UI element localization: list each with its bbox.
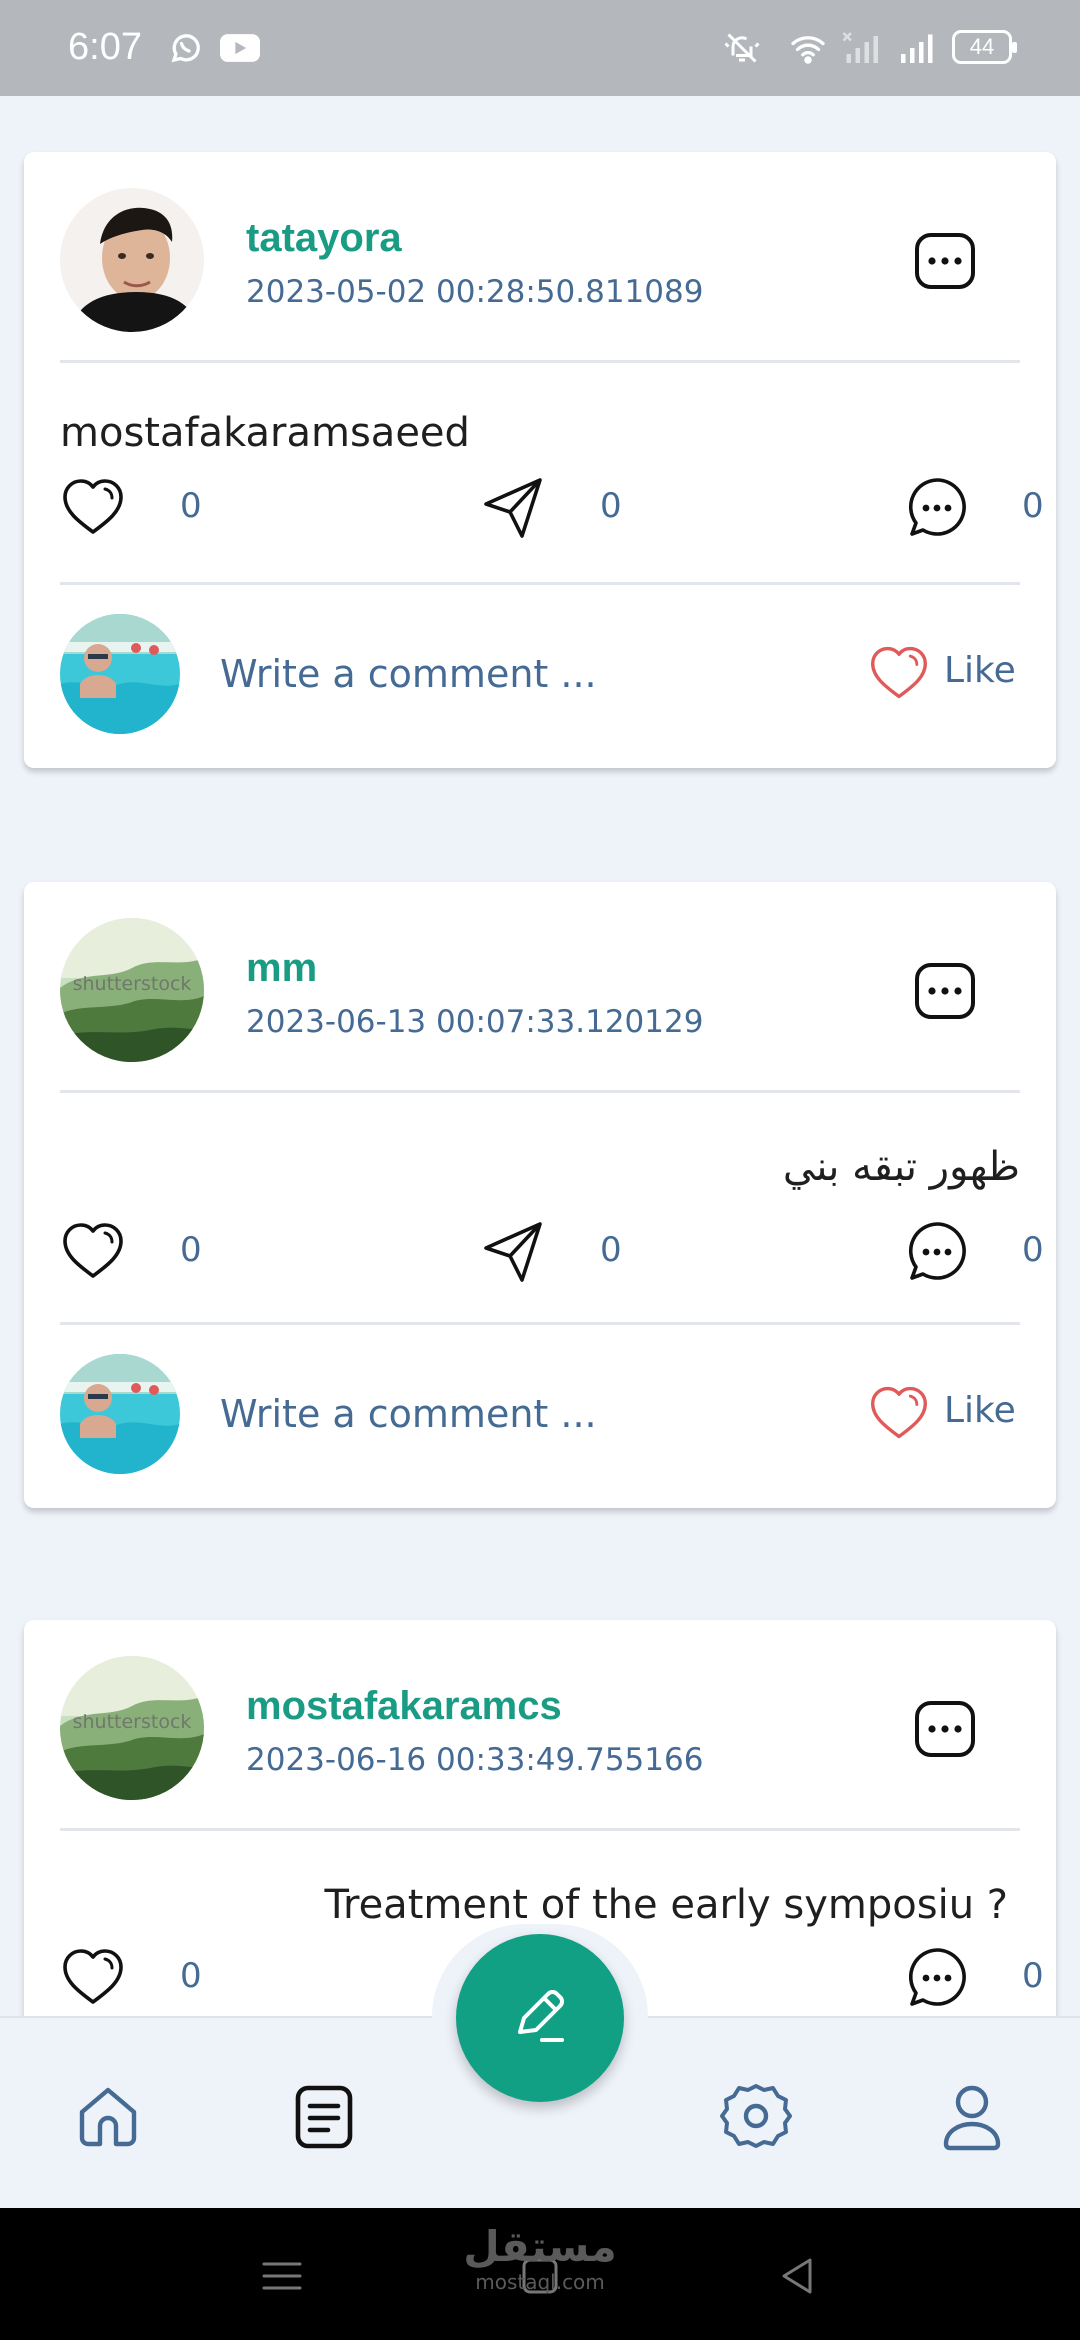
comment-bubble-icon [908, 478, 966, 536]
system-navigation-bar: مستقل mostaql.com [0, 2208, 1080, 2340]
avatar-photo [60, 188, 204, 332]
edit-icon [518, 1990, 564, 2042]
cell-signal-icon [901, 34, 933, 63]
avatar[interactable]: shutterstock [60, 1656, 204, 1800]
post-username[interactable]: tatayora [246, 216, 402, 261]
post-timestamp: 2023-06-16 00:33:49.755166 [246, 1742, 704, 1778]
pool-photo [60, 1354, 180, 1474]
heart-outline-icon [63, 1223, 123, 1278]
post-options-button[interactable] [914, 232, 976, 290]
settings-icon [720, 2084, 792, 2148]
nav-profile[interactable] [936, 2080, 1008, 2152]
post-text: mostafakaramsaeed [60, 410, 470, 456]
avatar[interactable]: shutterstock [60, 918, 204, 1062]
post-options-button[interactable] [914, 962, 976, 1020]
post-username[interactable]: mostafakaramcs [246, 1684, 562, 1729]
watermark-arabic: مستقل [463, 2222, 617, 2271]
like-button[interactable]: Like [868, 640, 1038, 710]
share-count: 0 [600, 1230, 622, 1270]
watermark: مستقل mostaql.com [462, 2222, 618, 2295]
avatar-watermark: shutterstock [73, 973, 192, 995]
divider [60, 582, 1020, 585]
recent-apps-icon[interactable] [258, 2252, 306, 2300]
current-user-avatar [60, 1354, 180, 1474]
sim-no-signal-icon [842, 32, 878, 63]
share-count: 0 [600, 486, 622, 526]
post-timestamp: 2023-06-13 00:07:33.120129 [246, 1004, 704, 1040]
profile-icon [943, 2085, 1001, 2151]
pool-photo [60, 614, 180, 734]
comment-count: 0 [1022, 1956, 1044, 1996]
like-button[interactable]: Like [868, 1380, 1038, 1450]
send-icon [484, 1222, 542, 1282]
post-text: ? Treatment of the early symposiu [324, 1882, 1008, 1928]
avatar-photo: shutterstock [60, 918, 204, 1062]
divider [60, 1090, 1020, 1093]
more-options-icon [915, 963, 975, 1019]
comment-bubble-icon [908, 1948, 966, 2006]
status-bar: 6:07 44 [0, 0, 1080, 96]
like-count: 0 [180, 486, 202, 526]
post-username[interactable]: mm [246, 946, 317, 991]
avatar[interactable] [60, 188, 204, 332]
avatar-photo: shutterstock [60, 1656, 204, 1800]
post-card: shutterstock mm 2023-06-13 00:07:33.1201… [24, 882, 1056, 1508]
like-count: 0 [180, 1956, 202, 1996]
like-count: 0 [180, 1230, 202, 1270]
divider [60, 360, 1020, 363]
create-post-button[interactable] [456, 1934, 624, 2102]
nav-posts[interactable] [288, 2080, 360, 2152]
nav-settings[interactable] [720, 2080, 792, 2152]
divider [60, 1828, 1020, 1831]
heart-outline-icon [63, 479, 123, 534]
post-text: ظهور تبقه بني [782, 1144, 1020, 1190]
comment-input[interactable] [220, 644, 640, 704]
more-options-icon [915, 233, 975, 289]
heart-icon [871, 1386, 927, 1439]
home-icon [79, 2087, 137, 2147]
whatsapp-icon [171, 34, 200, 63]
comment-count: 0 [1022, 1230, 1044, 1270]
comment-input[interactable] [220, 1384, 640, 1444]
like-button-label: Like [944, 650, 1016, 691]
wifi-icon [791, 36, 825, 64]
avatar-watermark: shutterstock [73, 1711, 192, 1733]
comment-count: 0 [1022, 486, 1044, 526]
comment-bubble-icon [908, 1222, 966, 1280]
divider [60, 1322, 1020, 1325]
post-options-button[interactable] [914, 1700, 976, 1758]
post-card: tatayora 2023-05-02 00:28:50.811089 most… [24, 152, 1056, 768]
mute-icon [724, 33, 760, 63]
nav-home[interactable] [72, 2080, 144, 2152]
current-user-avatar [60, 614, 180, 734]
post-timestamp: 2023-05-02 00:28:50.811089 [246, 274, 704, 310]
youtube-icon [220, 34, 260, 62]
battery-icon: 44 [952, 30, 1017, 64]
more-options-icon [915, 1701, 975, 1757]
posts-icon [295, 2085, 353, 2149]
heart-outline-icon [63, 1949, 123, 2004]
status-time: 6:07 [68, 26, 142, 68]
watermark-latin: mostaql.com [475, 2270, 605, 2294]
system-back-icon[interactable] [774, 2252, 822, 2300]
heart-icon [871, 646, 927, 699]
send-icon [484, 478, 542, 538]
like-button-label: Like [944, 1390, 1016, 1431]
